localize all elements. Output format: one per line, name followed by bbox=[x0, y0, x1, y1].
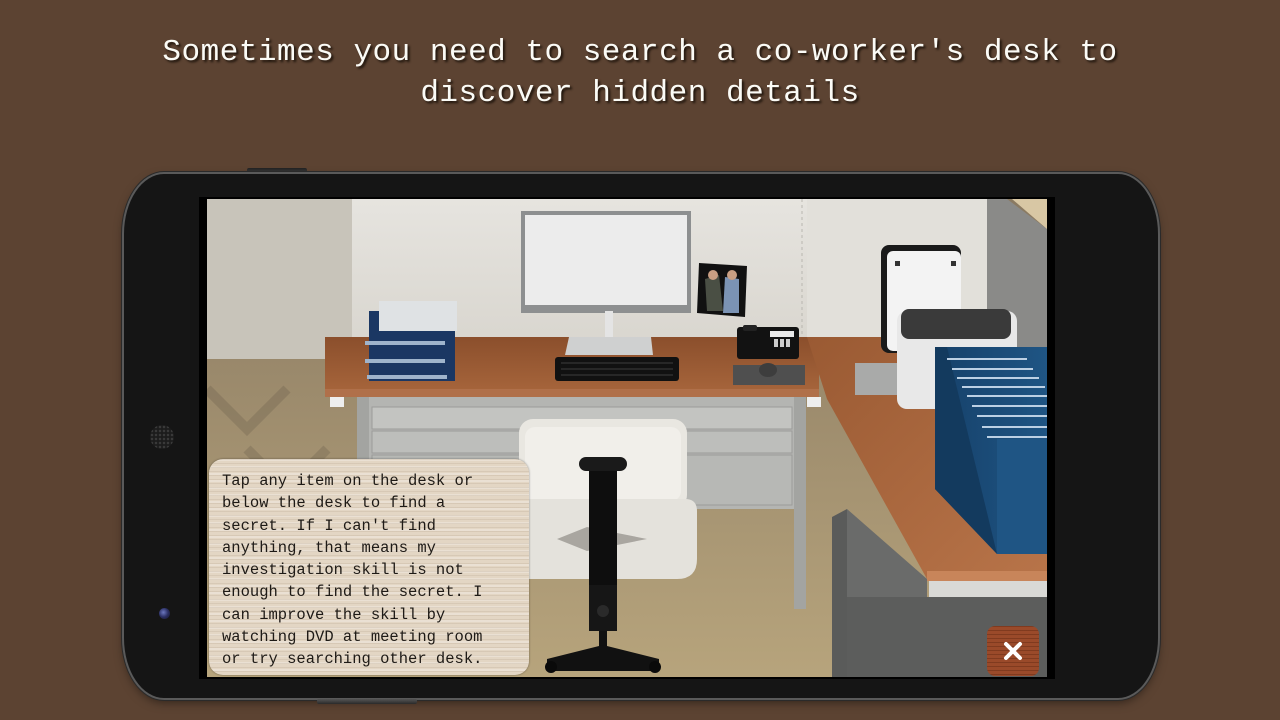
document-tray[interactable] bbox=[365, 301, 457, 381]
headline-line-1: Sometimes you need to search a co-worker… bbox=[162, 35, 1118, 70]
mouse[interactable] bbox=[759, 363, 777, 377]
hint-panel: Tap any item on the desk or below the de… bbox=[209, 459, 529, 675]
desk-phone[interactable] bbox=[737, 325, 799, 359]
close-button[interactable] bbox=[987, 626, 1039, 676]
close-icon bbox=[1004, 642, 1022, 660]
volume-button bbox=[317, 699, 417, 704]
photo[interactable] bbox=[697, 263, 747, 317]
speaker-grille bbox=[150, 425, 174, 449]
hint-text: Tap any item on the desk or below the de… bbox=[222, 472, 483, 669]
headline-line-2: discover hidden details bbox=[420, 76, 860, 111]
front-camera bbox=[159, 608, 170, 619]
headline: Sometimes you need to search a co-worker… bbox=[0, 32, 1280, 114]
